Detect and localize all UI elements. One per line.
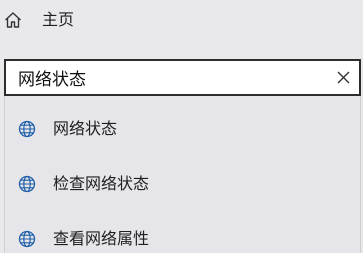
- home-nav-item[interactable]: 主页: [0, 0, 363, 44]
- globe-icon: [18, 120, 36, 138]
- search-result-item[interactable]: 检查网络状态: [5, 164, 360, 204]
- home-label: 主页: [42, 10, 75, 29]
- search-result-label: 网络状态: [53, 119, 118, 138]
- globe-icon: [18, 230, 36, 248]
- home-icon: [5, 12, 21, 28]
- search-result-item[interactable]: 网络状态: [5, 109, 360, 149]
- search-result-item[interactable]: 查看网络属性: [5, 219, 360, 253]
- settings-search-panel: 主页 网络状态 检查网络状态: [0, 0, 363, 253]
- search-results-list: 网络状态 检查网络状态 查看网络属性: [4, 96, 361, 253]
- search-result-label: 检查网络状态: [53, 174, 150, 193]
- search-result-label: 查看网络属性: [53, 229, 150, 248]
- close-icon[interactable]: [336, 70, 351, 85]
- search-input[interactable]: [18, 61, 328, 94]
- search-box[interactable]: [4, 59, 361, 96]
- globe-icon: [18, 175, 36, 193]
